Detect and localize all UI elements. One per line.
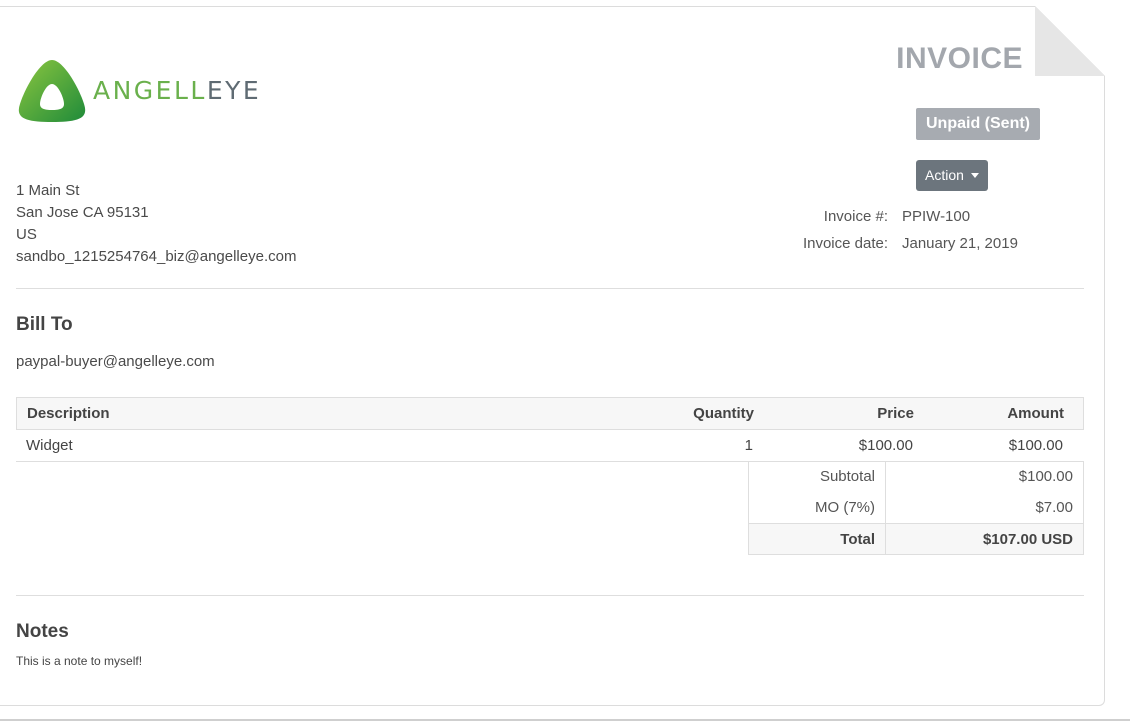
invoice-number: PPIW-100 bbox=[902, 208, 971, 225]
tax-row: MO (7%) $7.00 bbox=[748, 492, 1084, 523]
total-value: $107.00 USD bbox=[982, 531, 1073, 548]
table-row: Widget 1 $100.00 $100.00 bbox=[16, 430, 1084, 462]
action-button-label: Action bbox=[925, 167, 964, 183]
notes-heading: Notes bbox=[16, 621, 69, 642]
subtotal-row: Subtotal $100.00 bbox=[748, 461, 1084, 492]
action-dropdown-button[interactable]: Action bbox=[916, 160, 988, 191]
invoice-number-label: Invoice #: bbox=[823, 208, 888, 225]
status-badge: Unpaid (Sent) bbox=[916, 108, 1040, 140]
bill-to-email: paypal-buyer@angelleye.com bbox=[16, 353, 215, 370]
address-line-1: 1 Main St bbox=[16, 182, 80, 199]
logo-wordmark: ANGELLEYE bbox=[93, 76, 261, 105]
items-table-header: Description Quantity Price Amount bbox=[16, 397, 1084, 430]
caret-down-icon bbox=[970, 173, 979, 178]
item-price: $100.00 bbox=[858, 437, 913, 454]
address-country: US bbox=[16, 226, 37, 243]
column-header-price: Price bbox=[877, 405, 914, 422]
divider bbox=[16, 288, 1084, 289]
bill-to-heading: Bill To bbox=[16, 314, 73, 335]
logo-text-green: ANGELL bbox=[93, 75, 207, 105]
subtotal-label: Subtotal bbox=[749, 461, 886, 492]
invoice-title: INVOICE bbox=[896, 42, 1023, 75]
notes-text: This is a note to myself! bbox=[16, 654, 143, 668]
logo-text-gray: EYE bbox=[206, 75, 262, 105]
merchant-email: sandbo_1215254764_biz@angelleye.com bbox=[16, 248, 297, 265]
page-fold-corner bbox=[1035, 6, 1105, 76]
item-quantity: 1 bbox=[744, 437, 753, 454]
totals-table: Subtotal $100.00 MO (7%) $7.00 Total $10… bbox=[748, 461, 1084, 555]
tax-label: MO (7%) bbox=[749, 492, 886, 523]
merchant-address: 1 Main St San Jose CA 95131 US sandbo_12… bbox=[16, 180, 296, 268]
column-header-description: Description bbox=[27, 405, 110, 422]
invoice-date: January 21, 2019 bbox=[902, 235, 1018, 252]
subtotal-value: $100.00 bbox=[1018, 468, 1073, 485]
total-row: Total $107.00 USD bbox=[748, 523, 1084, 555]
address-line-2: San Jose CA 95131 bbox=[16, 204, 149, 221]
invoice-date-label: Invoice date: bbox=[802, 235, 888, 252]
logo-mark-icon bbox=[18, 60, 86, 122]
item-description: Widget bbox=[26, 437, 73, 454]
tax-value: $7.00 bbox=[1035, 499, 1073, 516]
total-label: Total bbox=[749, 524, 886, 554]
items-table: Description Quantity Price Amount Widget… bbox=[16, 397, 1084, 462]
invoice-meta: Invoice #: PPIW-100 Invoice date: Januar… bbox=[760, 206, 1018, 260]
item-amount: $100.00 bbox=[1008, 437, 1063, 454]
column-header-amount: Amount bbox=[1007, 405, 1064, 422]
company-logo: ANGELLEYE bbox=[17, 58, 261, 122]
bottom-divider bbox=[0, 719, 1130, 721]
column-header-quantity: Quantity bbox=[693, 405, 754, 422]
divider bbox=[16, 595, 1084, 596]
